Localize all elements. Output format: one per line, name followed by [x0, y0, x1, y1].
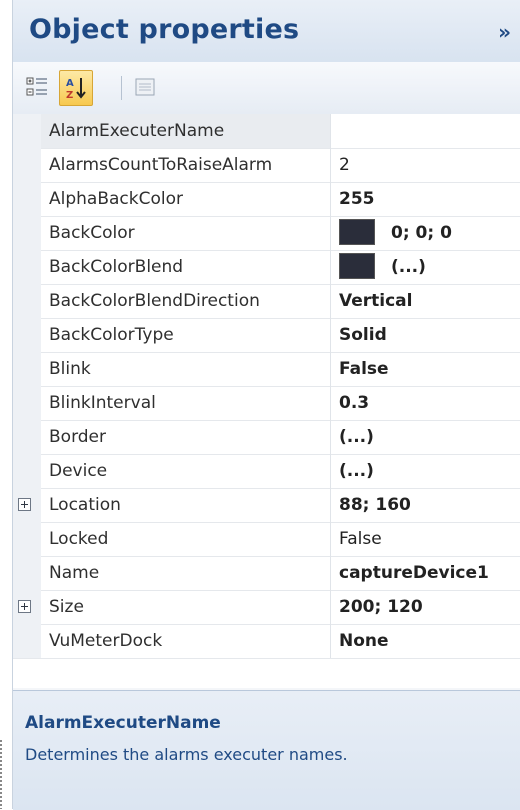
- property-value[interactable]: captureDevice1: [331, 556, 520, 590]
- toolbar-separator: [121, 76, 122, 100]
- property-value[interactable]: Vertical: [331, 284, 520, 318]
- property-row-alarmscounttoraisealarm[interactable]: AlarmsCountToRaiseAlarm 2: [13, 148, 520, 183]
- property-value[interactable]: 200; 120: [331, 590, 520, 624]
- description-pane: AlarmExecuterName Determines the alarms …: [13, 690, 520, 810]
- sort-alphabetical-icon: A Z: [66, 78, 86, 101]
- property-value[interactable]: False: [331, 522, 520, 556]
- property-name: AlarmsCountToRaiseAlarm: [41, 148, 331, 182]
- property-row-backcolortype[interactable]: BackColorType Solid: [13, 318, 520, 353]
- property-row-locked[interactable]: Locked False: [13, 522, 520, 557]
- property-row-backcolorblenddirection[interactable]: BackColorBlendDirection Vertical: [13, 284, 520, 319]
- svg-text:A: A: [66, 78, 74, 89]
- property-value-cell[interactable]: 0; 0; 0: [331, 216, 520, 250]
- property-name: VuMeterDock: [41, 624, 331, 658]
- property-name: Name: [41, 556, 331, 590]
- property-value-cell[interactable]: (...): [331, 250, 520, 284]
- svg-text:Z: Z: [66, 90, 73, 101]
- categorized-button[interactable]: [21, 70, 53, 104]
- property-row-size[interactable]: Size 200; 120: [13, 590, 520, 625]
- property-value[interactable]: False: [331, 352, 520, 386]
- property-value[interactable]: 88; 160: [331, 488, 520, 522]
- collapse-panel-button[interactable]: »: [498, 20, 511, 44]
- property-pages-icon: [135, 78, 155, 96]
- property-name: Location: [41, 488, 331, 522]
- property-toolbar: A Z: [13, 62, 520, 115]
- property-name: BlinkInterval: [41, 386, 331, 420]
- property-row-device[interactable]: Device (...): [13, 454, 520, 489]
- property-name: AlphaBackColor: [41, 182, 331, 216]
- expand-icon[interactable]: [18, 498, 31, 511]
- property-row-location[interactable]: Location 88; 160: [13, 488, 520, 523]
- property-name: BackColorBlendDirection: [41, 284, 331, 318]
- property-name: Size: [41, 590, 331, 624]
- property-value[interactable]: 2: [331, 148, 520, 182]
- property-row-backcolorblend[interactable]: BackColorBlend (...): [13, 250, 520, 285]
- property-value[interactable]: Solid: [331, 318, 520, 352]
- property-value[interactable]: None: [331, 624, 520, 658]
- color-swatch: [339, 218, 375, 245]
- panel-header: Object properties »: [13, 0, 520, 63]
- property-row-blink[interactable]: Blink False: [13, 352, 520, 387]
- property-value[interactable]: 255: [331, 182, 520, 216]
- property-row-alarmexecutername[interactable]: AlarmExecuterName: [13, 114, 520, 149]
- property-name: AlarmExecuterName: [41, 114, 331, 148]
- property-name: BackColorBlend: [41, 250, 331, 284]
- object-properties-panel: Object properties » A Z AlarmExecuterNam…: [12, 0, 520, 810]
- property-name: Border: [41, 420, 331, 454]
- expand-icon[interactable]: [18, 600, 31, 613]
- sort-alphabetical-button[interactable]: A Z: [59, 70, 93, 106]
- property-row-vumeterdock[interactable]: VuMeterDock None: [13, 624, 520, 659]
- property-value[interactable]: (...): [331, 454, 520, 488]
- property-row-backcolor[interactable]: BackColor 0; 0; 0: [13, 216, 520, 251]
- property-grid: AlarmExecuterName AlarmsCountToRaiseAlar…: [13, 114, 520, 688]
- property-row-alphabackcolor[interactable]: AlphaBackColor 255: [13, 182, 520, 217]
- property-pages-button[interactable]: [129, 70, 161, 104]
- panel-title: Object properties: [29, 14, 300, 45]
- property-value: 0; 0; 0: [391, 223, 452, 243]
- description-text: Determines the alarms executer names.: [25, 745, 348, 764]
- property-name: Device: [41, 454, 331, 488]
- property-row-name[interactable]: Name captureDevice1: [13, 556, 520, 591]
- property-row-blinkinterval[interactable]: BlinkInterval 0.3: [13, 386, 520, 421]
- property-value[interactable]: (...): [331, 420, 520, 454]
- property-name: Blink: [41, 352, 331, 386]
- property-value[interactable]: [331, 114, 520, 148]
- property-row-border[interactable]: Border (...): [13, 420, 520, 455]
- property-name: BackColor: [41, 216, 331, 250]
- property-value: (...): [391, 257, 426, 277]
- color-swatch: [339, 252, 375, 279]
- property-name: BackColorType: [41, 318, 331, 352]
- property-name: Locked: [41, 522, 331, 556]
- categorized-icon: [26, 77, 47, 96]
- description-title: AlarmExecuterName: [25, 713, 221, 733]
- window-edge: [0, 740, 2, 809]
- property-value[interactable]: 0.3: [331, 386, 520, 420]
